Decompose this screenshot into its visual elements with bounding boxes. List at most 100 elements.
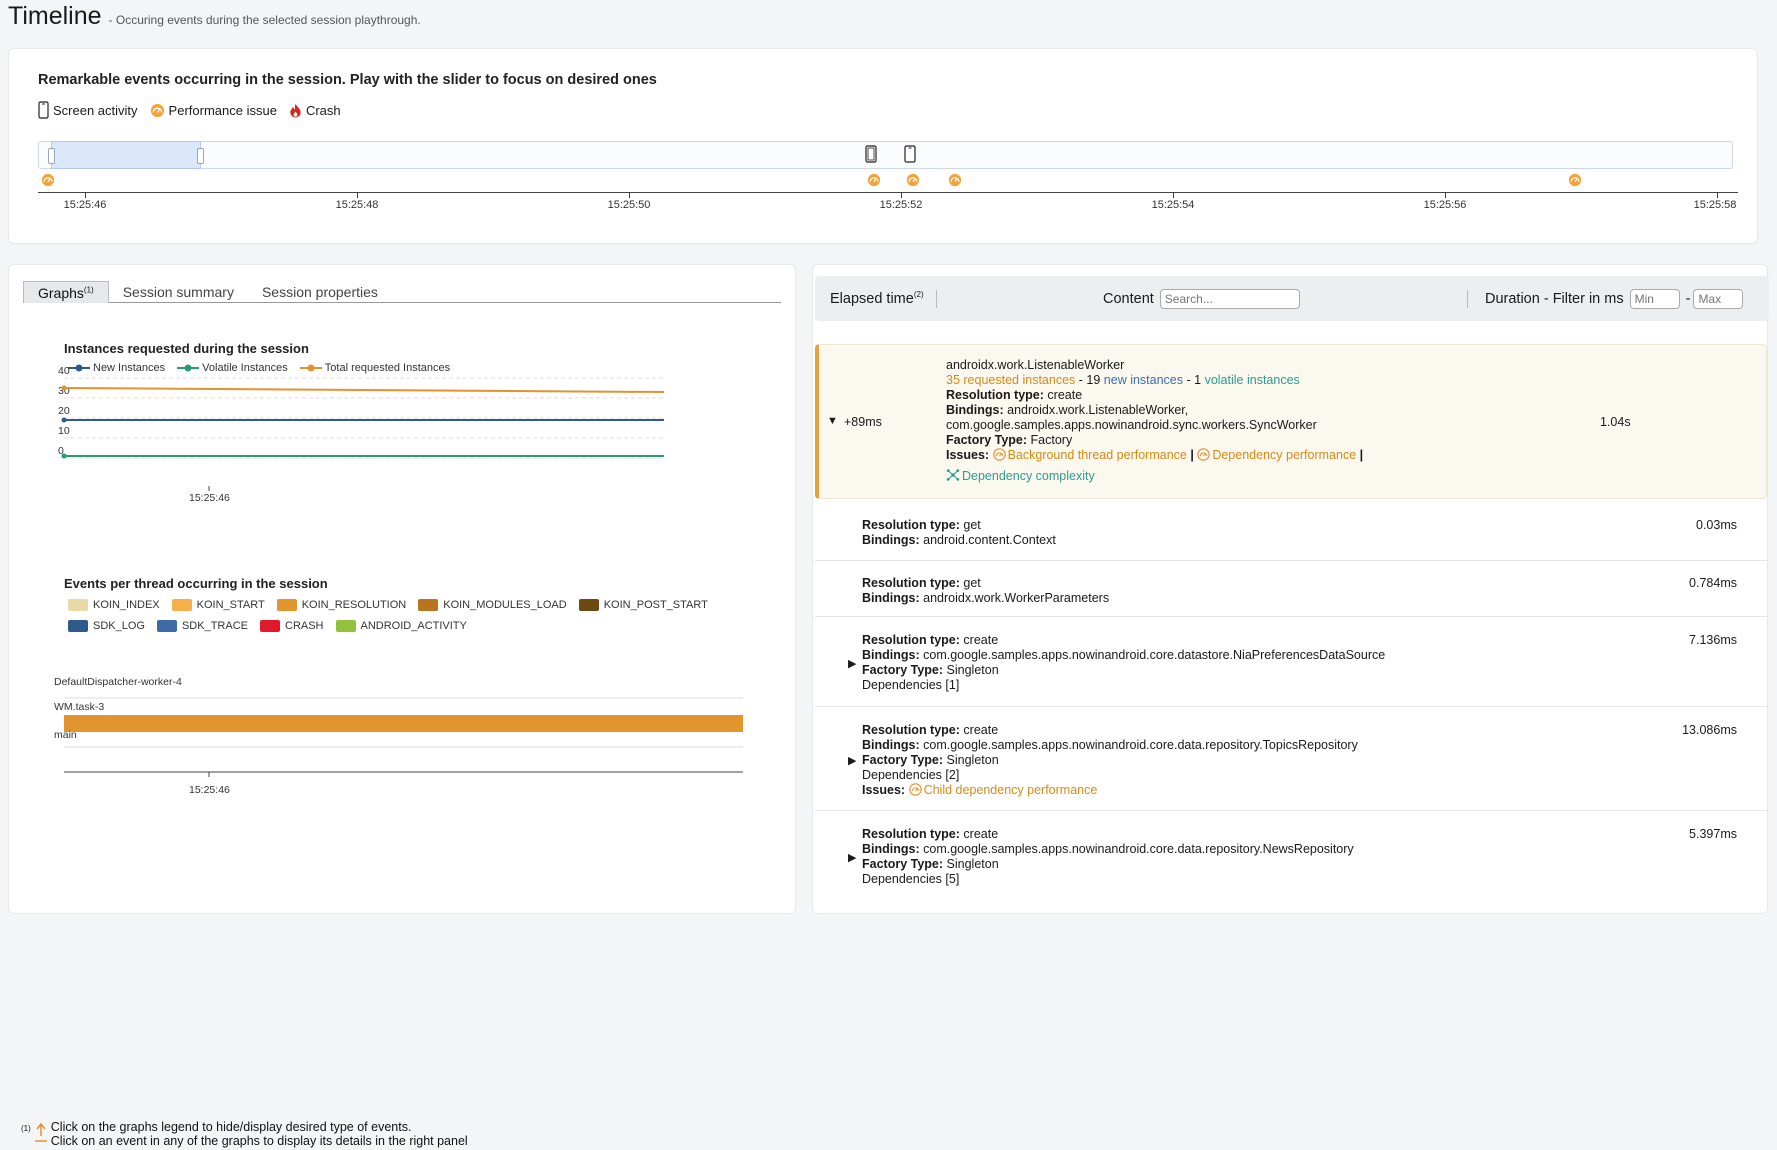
factory-value: Singleton	[946, 663, 999, 677]
timeline-card: Remarkable events occurring in the sessi…	[8, 48, 1758, 244]
legend-koin-resolution[interactable]: KOIN_RESOLUTION	[276, 599, 406, 611]
legend-crash[interactable]: Crash	[289, 103, 341, 118]
list-header: Elapsed time(2) Content Duration - Filte…	[815, 276, 1769, 321]
legend-label: KOIN_MODULES_LOAD	[443, 599, 567, 611]
timeline-track[interactable]	[38, 141, 1733, 169]
bindings-value: androidx.work.ListenableWorker,	[1007, 403, 1189, 417]
legend-koin-modules-load[interactable]: KOIN_MODULES_LOAD	[418, 599, 567, 611]
row-duration: 5.397ms	[1689, 827, 1737, 841]
legend-performance-issue[interactable]: Performance issue	[150, 103, 277, 118]
legend-screen-activity[interactable]: Screen activity	[38, 101, 138, 119]
y-tick-label: 20	[58, 405, 70, 417]
selected-event-entry[interactable]: ▼ +89ms androidx.work.ListenableWorker 3…	[815, 344, 1767, 499]
issue-background-thread[interactable]: Background thread performance	[1008, 448, 1187, 462]
dependency-row[interactable]: ▶ Resolution type: create Bindings: com.…	[815, 617, 1767, 707]
legend-android-activity[interactable]: ANDROID_ACTIVITY	[335, 620, 467, 632]
dependency-row[interactable]: Resolution type: get Bindings: androidx.…	[815, 561, 1767, 617]
legend-label: CRASH	[285, 620, 324, 632]
range-handle-right[interactable]	[197, 148, 204, 164]
axis-tick	[357, 192, 358, 198]
issue-child-dependency-performance[interactable]: Child dependency performance	[924, 783, 1098, 797]
legend-crash[interactable]: CRASH	[260, 620, 324, 632]
legend-crash-label: Crash	[305, 102, 341, 118]
event-title: androidx.work.ListenableWorker	[946, 358, 1125, 372]
graphs-footnote: (1) Click on the graphs legend to hide/d…	[21, 1120, 468, 1150]
bindings-value: com.google.samples.apps.nowinandroid.cor…	[923, 842, 1354, 856]
speedometer-icon	[908, 783, 922, 800]
series-point[interactable]	[61, 385, 67, 391]
legend-sdk-trace[interactable]: SDK_TRACE	[156, 620, 248, 632]
legend-label: KOIN_POST_START	[603, 599, 708, 611]
series-point[interactable]	[61, 417, 67, 423]
fire-icon	[289, 103, 302, 118]
content-filter: Content	[1103, 288, 1300, 309]
factory-label: Factory Type:	[946, 433, 1028, 447]
thread-label: DefaultDispatcher-worker-4	[54, 676, 182, 688]
threads-chart[interactable]: DefaultDispatcher-worker-4 WM.task-3 mai…	[9, 665, 797, 805]
elapsed-time-header[interactable]: Elapsed time(2)	[830, 290, 924, 307]
performance-issue-event[interactable]	[1568, 173, 1582, 187]
legend-swatch	[276, 599, 297, 611]
threads-legend-row-1: KOIN_INDEX KOIN_START KOIN_RESOLUTION KOIN_…	[68, 599, 720, 611]
expand-caret-icon[interactable]: ▶	[848, 754, 856, 767]
expand-caret-icon[interactable]: ▶	[848, 851, 856, 864]
elapsed-value: +89ms	[844, 415, 882, 429]
graphs-panel: Graphs(1) Session summary Session proper…	[8, 264, 797, 1148]
elapsed-time-note: (2)	[913, 290, 924, 300]
axis-tick	[629, 192, 630, 198]
new-label: new instances	[1103, 373, 1184, 387]
expand-caret-icon[interactable]: ▶	[848, 657, 856, 670]
koin-resolution-bar[interactable]	[64, 715, 743, 732]
details-panel: Elapsed time(2) Content Duration - Filte…	[812, 264, 1769, 914]
axis-tick	[85, 192, 86, 198]
factory-value: Singleton	[946, 753, 999, 767]
speedometer-icon	[1197, 448, 1211, 465]
legend-performance-issue-label: Performance issue	[168, 102, 277, 118]
bindings-label: Bindings:	[862, 591, 920, 605]
page-header: Timeline - Occuring events during the se…	[8, 2, 421, 31]
resolution-value: get	[963, 518, 981, 532]
dependency-row[interactable]: ▶ Resolution type: create Bindings: com.…	[815, 811, 1767, 901]
resolution-label: Resolution type:	[862, 576, 960, 590]
resolution-label: Resolution type:	[862, 723, 960, 737]
speedometer-icon	[150, 103, 165, 118]
duration-dash: -	[1685, 290, 1691, 307]
bindings-value-2: com.google.samples.apps.nowinandroid.syn…	[946, 418, 1317, 432]
threads-chart-title: Events per thread occurring in the sessi…	[64, 576, 328, 591]
bindings-value: com.google.samples.apps.nowinandroid.cor…	[923, 738, 1358, 752]
performance-issue-event[interactable]	[906, 173, 920, 187]
instances-chart[interactable]: 403020100 15:25:46	[9, 265, 797, 515]
dependency-row[interactable]: Resolution type: get Bindings: android.c…	[815, 501, 1767, 561]
axis-tick	[1173, 192, 1174, 198]
legend-sdk-log[interactable]: SDK_LOG	[68, 620, 145, 632]
legend-koin-post-start[interactable]: KOIN_POST_START	[578, 599, 708, 611]
row-duration: 7.136ms	[1689, 633, 1737, 647]
timeline-heading: Remarkable events occurring in the sessi…	[38, 72, 657, 88]
axis-tick-label: 15:25:46	[63, 199, 107, 211]
arrow-up-icon	[34, 1122, 47, 1142]
legend-swatch	[156, 620, 177, 632]
axis-tick	[1445, 192, 1446, 198]
legend-swatch	[418, 599, 439, 611]
issue-dependency-complexity[interactable]: Dependency complexity	[962, 469, 1095, 483]
duration-min-input[interactable]	[1629, 288, 1680, 309]
performance-issue-event[interactable]	[41, 173, 55, 187]
range-handle-left[interactable]	[48, 148, 55, 164]
legend-label: KOIN_INDEX	[93, 599, 160, 611]
dependency-row[interactable]: ▶ Resolution type: create Bindings: com.…	[815, 707, 1767, 811]
issue-dependency-performance[interactable]: Dependency performance	[1212, 448, 1356, 462]
content-search-input[interactable]	[1159, 288, 1300, 309]
collapse-caret-icon[interactable]: ▼	[827, 415, 838, 427]
performance-issue-event[interactable]	[948, 173, 962, 187]
legend-koin-start[interactable]: KOIN_START	[171, 599, 265, 611]
row-duration: 13.086ms	[1682, 723, 1737, 737]
screen-activity-event[interactable]	[865, 145, 877, 163]
y-tick-label: 10	[58, 425, 70, 437]
timeline-range-selection[interactable]	[48, 141, 204, 169]
series-point[interactable]	[61, 453, 67, 459]
screen-activity-event[interactable]	[904, 145, 916, 163]
duration-max-input[interactable]	[1693, 288, 1744, 309]
series-line-total-requested-instances[interactable]	[63, 387, 665, 393]
performance-issue-event[interactable]	[867, 173, 881, 187]
legend-koin-index[interactable]: KOIN_INDEX	[68, 599, 160, 611]
